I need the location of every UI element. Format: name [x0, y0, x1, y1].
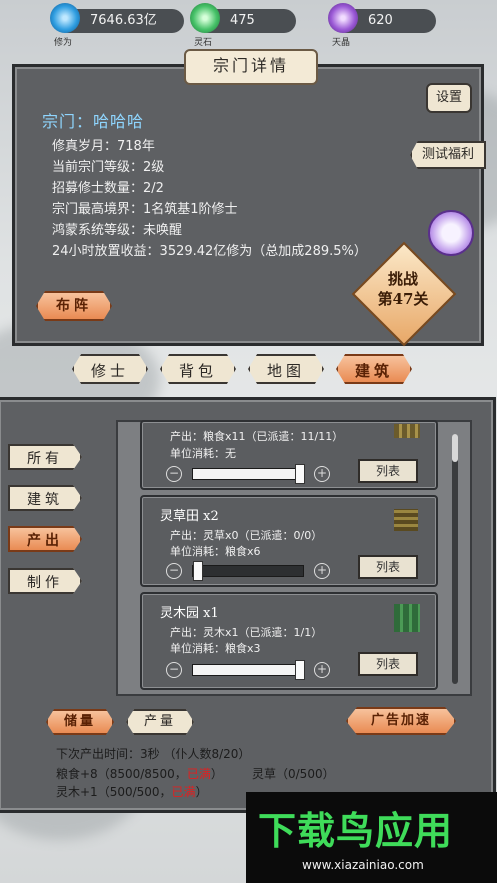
building-card: 灵草田 x2 产出：灵草x0（已派遣：0/0） 单位消耗：粮食x6 − + 列表 — [140, 495, 438, 587]
tab-map[interactable]: 地图 — [248, 354, 324, 384]
food-full-badge: 已满 — [186, 767, 211, 781]
formation-button[interactable]: 布阵 — [36, 291, 112, 321]
scrollbar-thumb[interactable] — [452, 434, 458, 462]
resource-value: 7646.63亿 — [90, 13, 157, 28]
food-storage: 粮食+8（8500/8500，已满） — [56, 765, 223, 782]
decrease-button[interactable]: − — [166, 662, 182, 678]
side-tab-buildings[interactable]: 建筑 — [8, 485, 82, 511]
settings-button[interactable]: 设置 — [426, 83, 472, 113]
building-output: 产出：灵木x1（已派遣：1/1） — [170, 626, 323, 639]
wood-full-badge: 已满 — [171, 785, 196, 799]
storage-button[interactable]: 储量 — [46, 709, 114, 735]
wood-storage-end: ） — [195, 785, 208, 799]
farm-building-icon — [394, 424, 420, 438]
avatar[interactable] — [428, 210, 474, 256]
sect-name: 宗门：哈哈哈 — [42, 112, 145, 131]
scrollbar[interactable] — [452, 434, 458, 684]
building-output: 产出：灵草x0（已派遣：0/0） — [170, 529, 323, 542]
green-crystal-icon — [190, 3, 220, 33]
worker-slider[interactable] — [192, 464, 305, 484]
worker-slider[interactable] — [192, 660, 305, 680]
slider-knob[interactable] — [295, 464, 305, 484]
sect-info-line: 鸿蒙系统等级：未唤醒 — [52, 223, 183, 238]
sect-info-line: 24小时放置收益：3529.42亿修为（总加成289.5%） — [52, 244, 367, 259]
wood-grove-icon — [394, 604, 420, 632]
watermark-url: www.xiazainiao.com — [302, 858, 424, 872]
herb-field-icon — [394, 509, 418, 531]
output-button[interactable]: 产量 — [126, 709, 194, 735]
decrease-button[interactable]: − — [166, 466, 182, 482]
resource-label: 天晶 — [332, 38, 351, 48]
sect-info-line: 当前宗门等级：2级 — [52, 160, 165, 175]
slider-knob[interactable] — [193, 561, 203, 581]
building-consumption: 单位消耗：粮食x3 — [170, 642, 261, 655]
next-output-time: 下次产出时间：3秒 （仆人数8/20） — [56, 747, 251, 761]
worker-slider[interactable] — [192, 561, 304, 581]
watermark-brand: 下载鸟应用 — [258, 809, 454, 853]
blue-flame-icon — [50, 3, 80, 33]
tab-buildings[interactable]: 建筑 — [336, 354, 412, 384]
herb-storage: 灵草（0/500） — [252, 767, 335, 781]
building-title: 灵草田 x2 — [160, 509, 219, 524]
sect-info-line: 宗门最高境界：1名筑基1阶修士 — [52, 202, 238, 217]
wood-storage: 灵木+1（500/500，已满） — [56, 783, 208, 800]
decrease-button[interactable]: − — [166, 563, 182, 579]
increase-button[interactable]: + — [314, 466, 330, 482]
resource-sky-crystal: 620 天晶 — [328, 3, 436, 48]
tab-backpack[interactable]: 背包 — [160, 354, 236, 384]
increase-button[interactable]: + — [314, 662, 330, 678]
panel-title: 宗门详情 — [184, 49, 318, 85]
building-consumption: 单位消耗：无 — [170, 447, 236, 460]
slider-fill — [193, 469, 303, 479]
wood-storage-text: 灵木+1（500/500， — [56, 785, 172, 799]
slider-fill — [193, 665, 303, 675]
resource-cultivation: 7646.63亿 修为 — [50, 3, 184, 48]
side-tab-crafting[interactable]: 制作 — [8, 568, 82, 594]
food-storage-text: 粮食+8（8500/8500， — [56, 767, 187, 781]
resource-label: 修为 — [54, 38, 73, 48]
slider-knob[interactable] — [295, 660, 305, 680]
list-button[interactable]: 列表 — [358, 652, 418, 676]
resource-spirit-stone: 475 灵石 — [190, 3, 296, 48]
building-consumption: 单位消耗：粮食x6 — [170, 545, 261, 558]
resource-value: 475 — [230, 13, 255, 28]
increase-button[interactable]: + — [314, 563, 330, 579]
resource-value: 620 — [368, 13, 393, 28]
building-output: 产出：粮食x11（已派遣：11/11） — [170, 430, 344, 443]
watermark: 下载鸟应用 www.xiazainiao.com — [246, 792, 497, 883]
challenge-stage: 第47关 — [377, 290, 429, 308]
resource-bar: 7646.63亿 修为 475 灵石 620 天晶 — [0, 0, 497, 48]
building-card: 产出：粮食x11（已派遣：11/11） 单位消耗：无 − + 列表 — [140, 420, 438, 490]
purple-crystal-icon — [328, 3, 358, 33]
side-tab-output[interactable]: 产出 — [8, 526, 82, 552]
ad-speedup-button[interactable]: 广告加速 — [346, 707, 456, 735]
building-title: 灵木园 x1 — [160, 606, 219, 621]
sect-info-line: 招募修士数量：2/2 — [52, 181, 164, 196]
food-storage-end: ） — [210, 767, 223, 781]
list-button[interactable]: 列表 — [358, 459, 418, 483]
challenge-label: 挑战 — [387, 270, 418, 288]
side-tab-all[interactable]: 所有 — [8, 444, 82, 470]
tab-cultivators[interactable]: 修士 — [72, 354, 148, 384]
test-bonus-button[interactable]: 测试福利 — [410, 141, 486, 169]
sect-info-line: 修真岁月：718年 — [52, 139, 155, 154]
building-card: 灵木园 x1 产出：灵木x1（已派遣：1/1） 单位消耗：粮食x3 − + 列表 — [140, 592, 438, 690]
list-button[interactable]: 列表 — [358, 555, 418, 579]
